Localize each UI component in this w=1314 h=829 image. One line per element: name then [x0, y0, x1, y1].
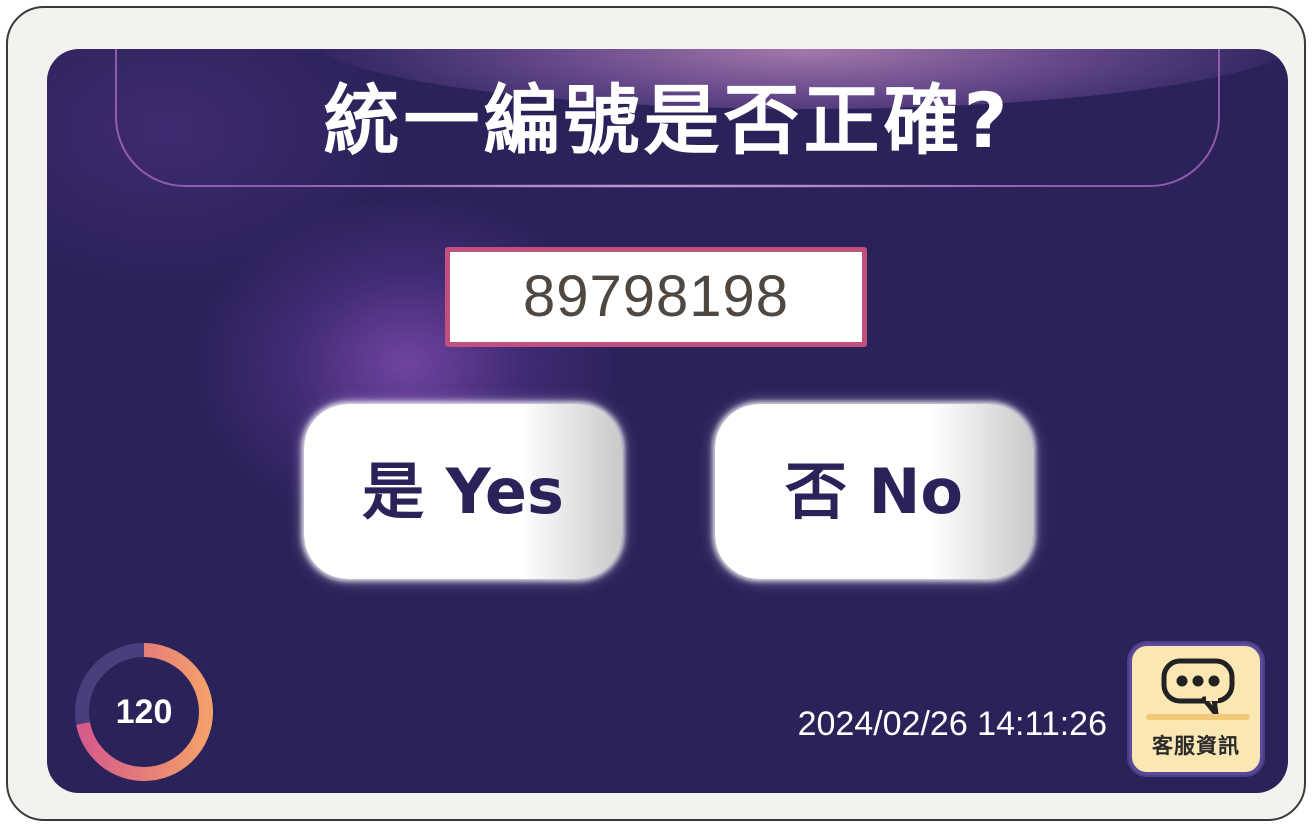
countdown-timer: 120	[71, 639, 217, 785]
customer-service-button[interactable]: 客服資訊	[1129, 643, 1263, 775]
no-button[interactable]: 否 No	[715, 404, 1033, 579]
yes-button[interactable]: 是 Yes	[304, 404, 622, 579]
current-datetime: 2024/02/26 14:11:26	[797, 705, 1107, 743]
countdown-seconds: 120	[115, 693, 173, 731]
chat-bubble-icon	[1161, 658, 1235, 717]
customer-service-label: 客服資訊	[1152, 734, 1240, 758]
service-underline	[1146, 714, 1250, 720]
kiosk-screen: 統一編號是否正確? 89798198 是 Yes 否 No 120 2024/0…	[47, 49, 1288, 793]
device-frame: 統一編號是否正確? 89798198 是 Yes 否 No 120 2024/0…	[6, 6, 1306, 821]
page-title: 統一編號是否正確?	[323, 76, 1012, 165]
title-underline-glow	[247, 184, 1087, 188]
tax-id-display: 89798198	[445, 247, 867, 347]
